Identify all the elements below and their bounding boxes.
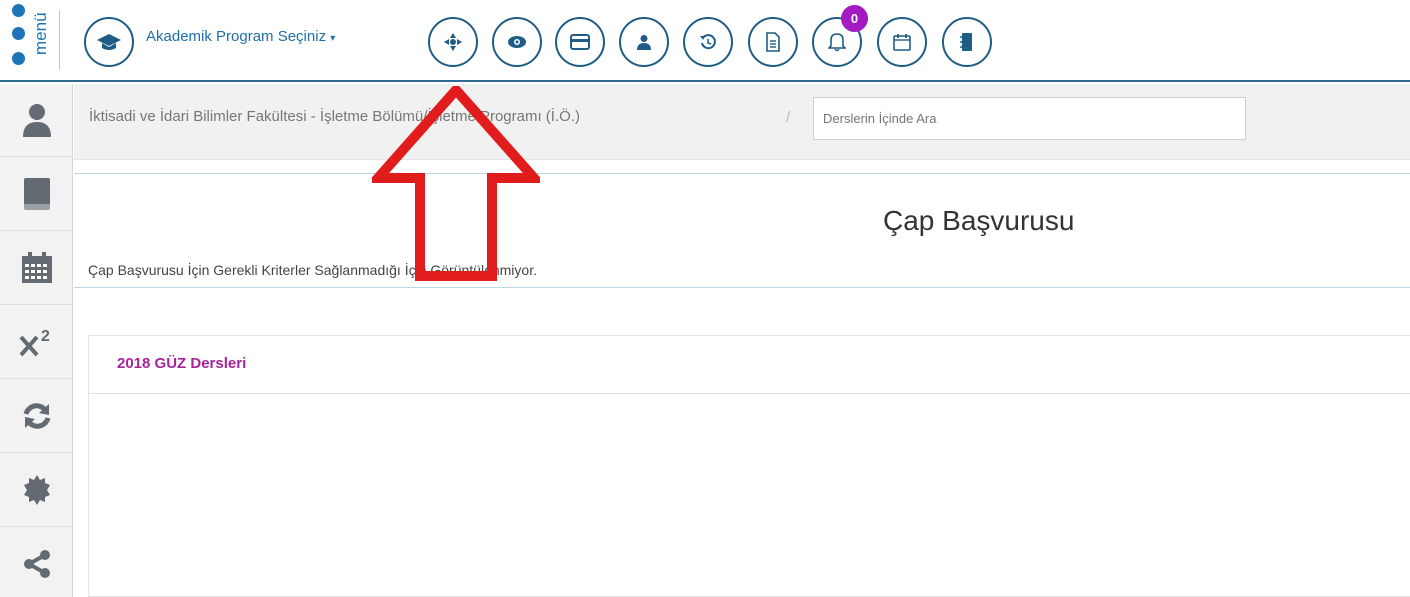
history-button[interactable] (683, 17, 733, 67)
book-icon (23, 178, 50, 210)
sidebar-item-refresh[interactable] (0, 380, 73, 453)
breadcrumb-bar: İktisadi ve İdari Bilimler Fakültesi - İ… (74, 84, 1410, 160)
calendar-icon (893, 34, 911, 51)
sidebar-item-courses[interactable] (0, 158, 73, 231)
sidebar-item-schedule[interactable] (0, 232, 73, 305)
sidebar-item-share[interactable] (0, 528, 73, 597)
menu-button[interactable]: menü (8, 2, 60, 72)
notification-count-badge: 0 (841, 5, 868, 32)
menu-label: menü (31, 12, 50, 56)
credit-card-icon (570, 34, 590, 50)
share-icon (23, 550, 50, 578)
program-select[interactable]: Akademik Program Seçiniz ▾ (146, 28, 335, 45)
divider (74, 173, 1410, 174)
sidebar-item-profile[interactable] (0, 84, 73, 157)
move-icon (444, 33, 462, 51)
move-button[interactable] (428, 17, 478, 67)
document-button[interactable] (748, 17, 798, 67)
superscript-icon: 2 (19, 328, 50, 357)
divider (74, 287, 1410, 288)
panel-header: 2018 GÜZ Dersleri (89, 336, 1410, 394)
sidebar: 2 (0, 84, 73, 597)
user-icon (22, 104, 51, 137)
bell-icon (828, 33, 846, 52)
calendar-icon (21, 252, 52, 283)
menu-divider (59, 10, 60, 70)
svg-text:2: 2 (41, 328, 50, 345)
sidebar-item-certificate[interactable] (0, 454, 73, 527)
courses-panel: 2018 GÜZ Dersleri (88, 335, 1410, 597)
certificate-icon (23, 475, 50, 505)
graduation-cap-button[interactable] (84, 17, 134, 67)
annotation-arrow (372, 86, 540, 281)
app-window: menü Akademik Program Seçiniz ▾ 0 2 İkti… (0, 0, 1410, 597)
breadcrumb-separator: / (786, 109, 791, 126)
refresh-icon (23, 403, 50, 429)
notebook-button[interactable] (942, 17, 992, 67)
calendar-button[interactable] (877, 17, 927, 67)
user-button[interactable] (619, 17, 669, 67)
search-input[interactable] (813, 97, 1246, 140)
menu-dot (12, 4, 25, 17)
history-icon (700, 34, 716, 50)
eye-icon (508, 36, 526, 48)
notebook-icon (960, 33, 972, 51)
sidebar-item-grades[interactable]: 2 (0, 306, 73, 379)
user-icon (637, 35, 651, 50)
panel-title[interactable]: 2018 GÜZ Dersleri (117, 355, 246, 372)
eye-button[interactable] (492, 17, 542, 67)
menu-dot (12, 27, 25, 40)
program-select-label: Akademik Program Seçiniz (146, 28, 327, 45)
document-icon (766, 32, 780, 52)
credit-card-button[interactable] (555, 17, 605, 67)
graduation-cap-icon (97, 34, 121, 50)
top-bar: menü Akademik Program Seçiniz ▾ 0 (0, 0, 1410, 82)
page-title: Çap Başvurusu (883, 205, 1075, 236)
program-select-caret: ▾ (330, 33, 336, 44)
menu-dot (12, 52, 25, 65)
